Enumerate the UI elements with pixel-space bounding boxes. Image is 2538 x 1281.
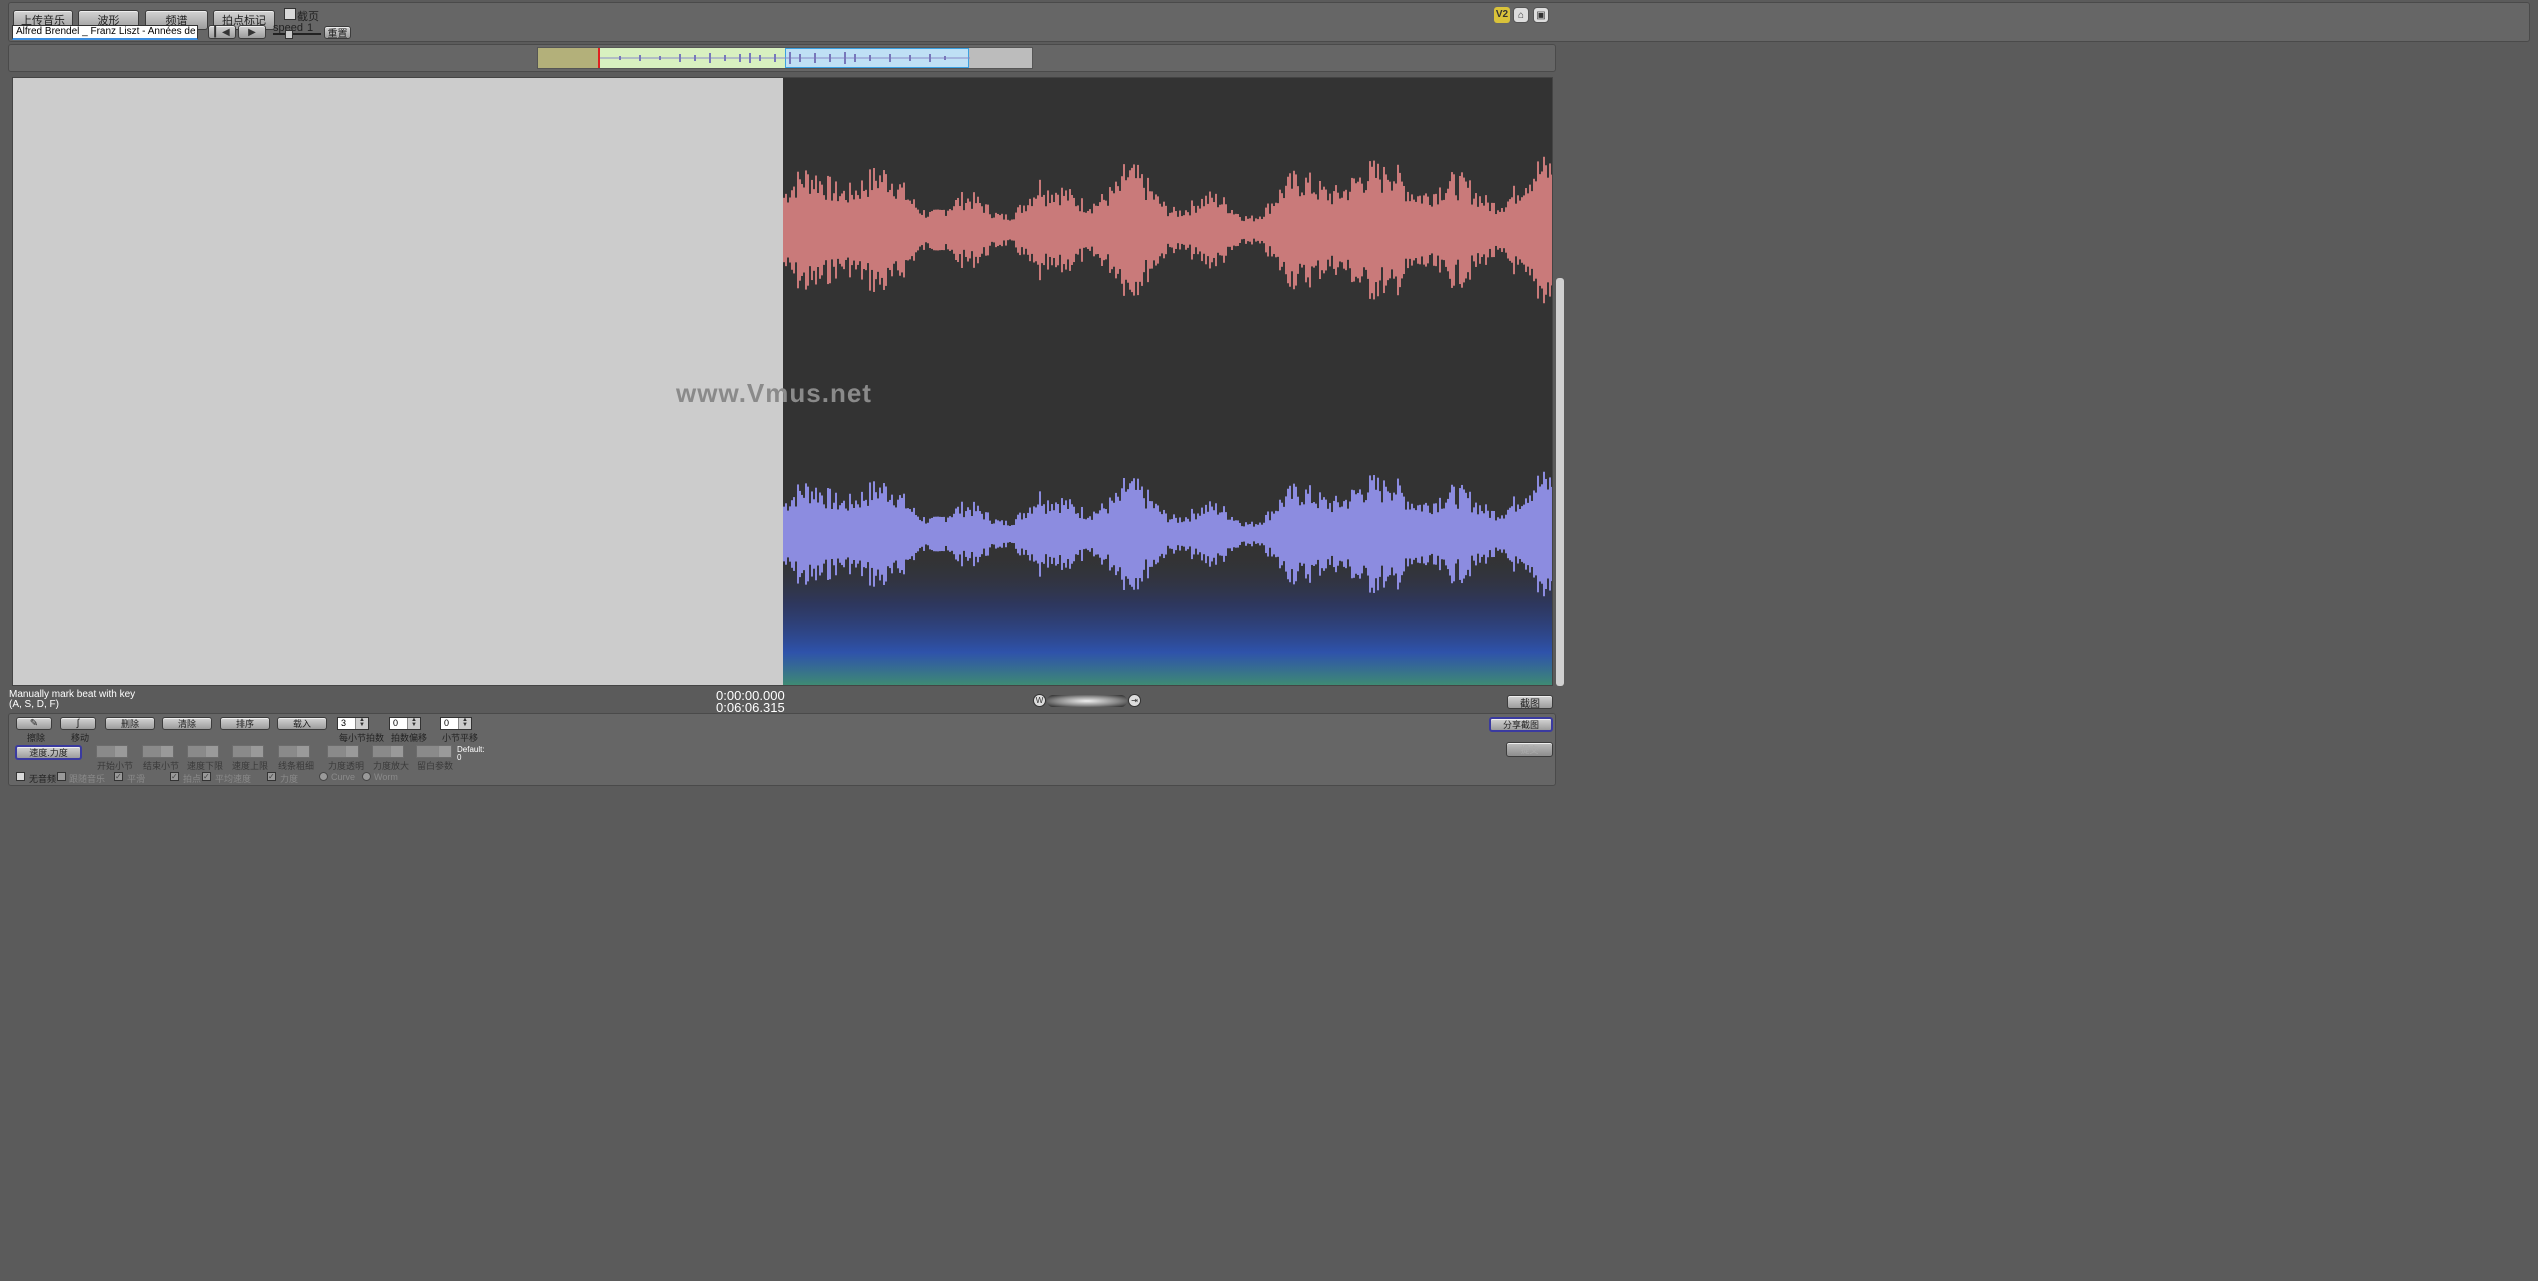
delete-button[interactable]: 删除 xyxy=(105,717,155,730)
no-audio-checkbox[interactable] xyxy=(16,772,25,781)
speed-slider-thumb[interactable] xyxy=(285,30,293,39)
watermark: www.Vmus.net xyxy=(676,378,872,408)
eraser-label: 擦除 xyxy=(27,733,46,743)
clear-button[interactable]: 清除 xyxy=(162,717,212,730)
line-thickness-label: 线条粗细 xyxy=(278,761,315,771)
song-title-field[interactable]: Alfred Brendel _ Franz Liszt - Années de… xyxy=(12,25,198,40)
smooth-checkbox[interactable]: ✓ xyxy=(114,772,123,781)
beats-per-bar-stepper[interactable]: ▲ ▼ xyxy=(355,717,368,729)
screenshot-page-checkbox[interactable] xyxy=(284,8,296,20)
dynamics-alpha-stepper[interactable] xyxy=(345,746,358,757)
submit-button-disabled[interactable]: 提交 xyxy=(1506,742,1553,757)
reset-button[interactable]: 重置 xyxy=(324,26,351,40)
dynamics-scale-stepper[interactable] xyxy=(390,746,403,757)
blank-param-label: 留白参数 xyxy=(417,761,454,771)
worm-label: Worm xyxy=(374,772,398,782)
waveform-spectrum-area[interactable] xyxy=(783,78,1552,685)
follow-music-label: 跟随音乐 xyxy=(69,774,106,784)
zoom-bar[interactable]: W ⇥ xyxy=(1033,694,1141,708)
avg-tempo-label: 平均速度 xyxy=(215,774,252,784)
avg-tempo-checkbox[interactable]: ✓ xyxy=(202,772,211,781)
tempo-lower-stepper[interactable] xyxy=(205,746,218,757)
window-icon[interactable]: ▣ xyxy=(1533,7,1549,23)
zoom-in-icon[interactable]: ⇥ xyxy=(1128,694,1141,707)
beat-offset-stepper[interactable]: ▲ ▼ xyxy=(407,717,420,729)
tempo-lower-input[interactable] xyxy=(187,745,219,758)
move-icon: ∫ xyxy=(76,718,80,729)
vertical-scrollbar[interactable] xyxy=(1556,278,1564,686)
speed-slider[interactable] xyxy=(273,30,321,39)
play-button[interactable]: ▶ xyxy=(238,25,266,39)
bar-offset-label: 小节平移 xyxy=(442,733,479,743)
line-thickness-stepper[interactable] xyxy=(296,746,309,757)
beat-offset-value: 0 xyxy=(393,718,399,728)
hint-line-2: (A, S, D, F) xyxy=(9,699,59,710)
tempo-lower-label: 速度下限 xyxy=(187,761,224,771)
overview-navigator[interactable] xyxy=(537,47,1033,69)
start-bar-stepper[interactable] xyxy=(114,746,127,757)
bar-offset-input[interactable]: 0 ▲ ▼ xyxy=(440,717,472,730)
smooth-label: 平滑 xyxy=(127,774,146,784)
overview-played-region xyxy=(538,48,599,68)
screenshot-button[interactable]: 截图 xyxy=(1507,695,1553,710)
zoom-slider[interactable] xyxy=(1047,695,1127,707)
zoom-out-icon[interactable]: W xyxy=(1033,694,1046,707)
prev-icon: ▎◀ xyxy=(214,26,230,38)
blank-param-stepper[interactable] xyxy=(438,746,451,757)
overview-waveform xyxy=(600,52,970,64)
waveform-spectrum-graphic xyxy=(783,156,1552,685)
beat-point-checkbox[interactable]: ✓ xyxy=(170,772,179,781)
beats-per-bar-input[interactable]: 3 ▲ ▼ xyxy=(337,717,369,730)
import-button[interactable]: 载入 xyxy=(277,717,327,730)
bar-offset-stepper[interactable]: ▲ ▼ xyxy=(458,717,471,729)
tempo-upper-stepper[interactable] xyxy=(250,746,263,757)
end-bar-input[interactable] xyxy=(142,745,174,758)
dynamics-scale-input[interactable] xyxy=(372,745,404,758)
line-thickness-input[interactable] xyxy=(278,745,310,758)
move-label: 移动 xyxy=(71,733,90,743)
share-screenshot-button[interactable]: 分享截图 xyxy=(1489,717,1553,732)
end-bar-stepper[interactable] xyxy=(160,746,173,757)
eraser-icon: ✎ xyxy=(29,718,39,729)
bar-offset-value: 0 xyxy=(444,718,450,728)
tempo-upper-label: 速度上限 xyxy=(232,761,269,771)
beats-per-bar-label: 每小节拍数 xyxy=(339,733,385,743)
beats-per-bar-value: 3 xyxy=(341,718,347,728)
beat-offset-label: 拍数偏移 xyxy=(391,733,428,743)
tempo-dynamics-button[interactable]: 速度.力度 xyxy=(15,745,82,760)
beat-point-label: 拍点 xyxy=(183,774,202,784)
blank-param-input[interactable] xyxy=(416,745,452,758)
tempo-upper-input[interactable] xyxy=(232,745,264,758)
dynamics-alpha-label: 力度透明 xyxy=(328,761,365,771)
dynamics-label: 力度 xyxy=(280,774,299,784)
no-audio-label: 无音频 xyxy=(29,774,57,784)
dynamics-alpha-input[interactable] xyxy=(327,745,359,758)
top-toolbar xyxy=(8,2,2530,42)
end-bar-label: 结束小节 xyxy=(143,761,180,771)
start-bar-label: 开始小节 xyxy=(97,761,134,771)
follow-music-checkbox[interactable] xyxy=(57,772,66,781)
dynamics-scale-label: 力度放大 xyxy=(373,761,410,771)
curve-radio[interactable] xyxy=(319,772,328,781)
sort-button[interactable]: 排序 xyxy=(220,717,270,730)
default-value: 0 xyxy=(457,753,462,762)
previous-button[interactable]: ▎◀ xyxy=(208,25,236,39)
eraser-button[interactable]: ✎ xyxy=(16,717,52,730)
version-badge[interactable]: V2 xyxy=(1494,7,1510,23)
worm-radio[interactable] xyxy=(362,772,371,781)
beat-offset-input[interactable]: 0 ▲ ▼ xyxy=(389,717,421,730)
home-icon[interactable]: ⌂ xyxy=(1513,7,1529,23)
play-icon: ▶ xyxy=(248,26,256,38)
start-bar-input[interactable] xyxy=(96,745,128,758)
move-button[interactable]: ∫ xyxy=(60,717,96,730)
dynamics-checkbox[interactable]: ✓ xyxy=(267,772,276,781)
curve-label: Curve xyxy=(331,772,356,782)
